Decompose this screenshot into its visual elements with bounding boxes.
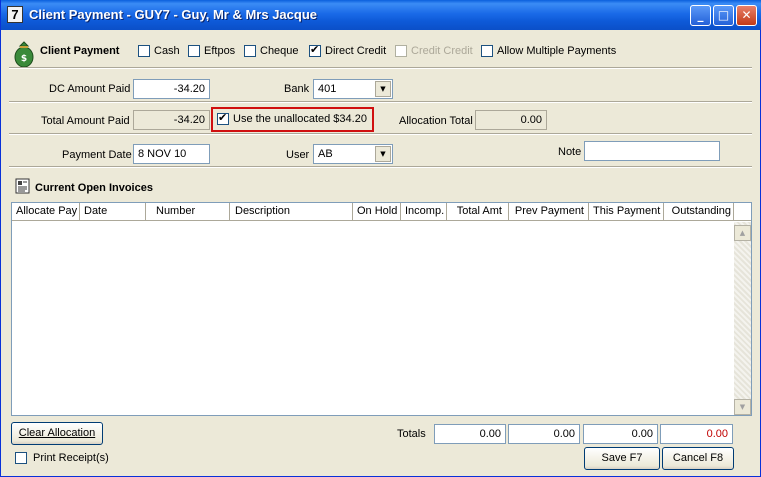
option-allow-multiple-payments[interactable]: Allow Multiple Payments bbox=[481, 45, 617, 58]
option-cash[interactable]: Cash bbox=[138, 45, 180, 58]
credit-credit-checkbox bbox=[395, 45, 407, 58]
divider bbox=[9, 166, 752, 168]
total-amt-total: 0.00 bbox=[434, 424, 506, 444]
eftpos-checkbox[interactable] bbox=[188, 45, 200, 58]
chevron-down-icon[interactable]: ▼ bbox=[375, 146, 391, 162]
minimize-button[interactable]: _ bbox=[690, 5, 711, 26]
column-header-allocate-pay[interactable]: Allocate Pay bbox=[12, 203, 80, 221]
payment-date-label: Payment Date bbox=[62, 149, 132, 161]
user-label: User bbox=[286, 149, 310, 161]
scroll-down-icon[interactable]: ▼ bbox=[734, 399, 751, 415]
prev-payment-total: 0.00 bbox=[508, 424, 580, 444]
section-label-client-payment: Client Payment bbox=[40, 45, 120, 57]
divider bbox=[9, 133, 752, 135]
svg-text:$: $ bbox=[21, 54, 27, 64]
column-header-description[interactable]: Description bbox=[230, 203, 353, 221]
allow-multiple-payments-checkbox[interactable] bbox=[481, 45, 493, 58]
option-credit-credit: Credit Credit bbox=[395, 45, 473, 58]
chevron-down-icon[interactable]: ▼ bbox=[375, 81, 391, 97]
clear-allocation-button[interactable]: Clear Allocation bbox=[11, 422, 103, 445]
maximize-button[interactable]: □ bbox=[713, 5, 734, 26]
clear-allocation-label: Clear Allocation bbox=[18, 427, 96, 439]
outstanding-total: 0.00 bbox=[660, 424, 733, 444]
column-header-total-amt[interactable]: Total Amt bbox=[447, 203, 509, 221]
option-direct-credit[interactable]: Direct Credit bbox=[309, 43, 387, 58]
direct-credit-label: Direct Credit bbox=[325, 45, 387, 58]
use-unallocated-checkbox[interactable] bbox=[217, 111, 229, 126]
client-payment-window: 7 Client Payment - GUY7 - Guy, Mr & Mrs … bbox=[0, 0, 761, 477]
total-amount-field: -34.20 bbox=[133, 110, 210, 130]
divider bbox=[9, 67, 752, 69]
eftpos-label: Eftpos bbox=[204, 45, 236, 58]
cheque-label: Cheque bbox=[260, 45, 299, 58]
dc-amount-label: DC Amount Paid bbox=[49, 83, 131, 95]
column-header-incomp[interactable]: Incomp. bbox=[401, 203, 447, 221]
bank-value: 401 bbox=[318, 83, 337, 95]
save-button[interactable]: Save F7 bbox=[584, 447, 660, 470]
print-receipts-label: Print Receipt(s) bbox=[33, 452, 109, 465]
credit-credit-label: Credit Credit bbox=[411, 45, 473, 58]
cash-label: Cash bbox=[154, 45, 180, 58]
allow-multiple-payments-label: Allow Multiple Payments bbox=[497, 45, 617, 58]
section-label-open-invoices: Current Open Invoices bbox=[35, 182, 153, 194]
cancel-button[interactable]: Cancel F8 bbox=[662, 447, 734, 470]
allocation-total-label: Allocation Total bbox=[399, 115, 473, 127]
cash-checkbox[interactable] bbox=[138, 45, 150, 58]
invoices-table[interactable]: Allocate Pay Date Number Description On … bbox=[11, 202, 752, 416]
column-header-number[interactable]: Number bbox=[146, 203, 230, 221]
column-header-outstanding[interactable]: Outstanding bbox=[664, 203, 734, 221]
column-header-on-hold[interactable]: On Hold bbox=[353, 203, 401, 221]
user-value: AB bbox=[318, 148, 333, 160]
title-bar[interactable]: 7 Client Payment - GUY7 - Guy, Mr & Mrs … bbox=[1, 0, 761, 30]
dc-amount-field[interactable]: -34.20 bbox=[133, 79, 210, 99]
note-label: Note bbox=[558, 146, 582, 158]
app-icon: 7 bbox=[7, 6, 23, 23]
option-print-receipts[interactable]: Print Receipt(s) bbox=[15, 452, 109, 465]
option-use-unallocated[interactable]: Use the unallocated $34.20 bbox=[217, 111, 367, 126]
option-eftpos[interactable]: Eftpos bbox=[188, 45, 236, 58]
allocation-total-field: 0.00 bbox=[475, 110, 547, 130]
scroll-up-icon[interactable]: ▲ bbox=[734, 225, 751, 241]
cheque-checkbox[interactable] bbox=[244, 45, 256, 58]
window-title: Client Payment - GUY7 - Guy, Mr & Mrs Ja… bbox=[29, 7, 317, 22]
column-header-this-payment[interactable]: This Payment bbox=[589, 203, 664, 221]
column-header-date[interactable]: Date bbox=[80, 203, 146, 221]
total-amount-label: Total Amount Paid bbox=[41, 115, 130, 127]
invoice-icon bbox=[15, 178, 32, 194]
bank-label: Bank bbox=[284, 83, 310, 95]
this-payment-total: 0.00 bbox=[583, 424, 658, 444]
divider bbox=[9, 101, 752, 103]
option-cheque[interactable]: Cheque bbox=[244, 45, 299, 58]
print-receipts-checkbox[interactable] bbox=[15, 452, 27, 465]
table-header: Allocate Pay Date Number Description On … bbox=[12, 203, 751, 221]
user-combo[interactable]: AB ▼ bbox=[313, 144, 393, 164]
totals-label: Totals bbox=[397, 428, 426, 440]
close-button[interactable]: ✕ bbox=[736, 5, 757, 26]
column-header-prev-payment[interactable]: Prev Payment bbox=[509, 203, 589, 221]
direct-credit-checkbox[interactable] bbox=[309, 43, 321, 58]
bank-combo[interactable]: 401 ▼ bbox=[313, 79, 393, 99]
money-bag-icon: $ bbox=[13, 38, 35, 68]
note-field[interactable] bbox=[584, 141, 720, 161]
use-unallocated-label: Use the unallocated $34.20 bbox=[233, 113, 367, 126]
vertical-scrollbar[interactable]: ▲ ▼ bbox=[734, 222, 751, 415]
payment-date-field[interactable]: 8 NOV 10 bbox=[133, 144, 210, 164]
